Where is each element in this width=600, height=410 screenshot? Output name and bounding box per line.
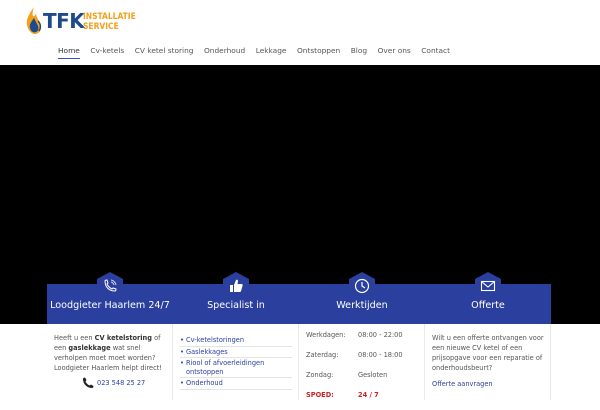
offer-request-link[interactable]: Offerte aanvragen (432, 379, 544, 389)
specialty-item[interactable]: Gaslekkages (180, 347, 292, 358)
offer-text: Wilt u een offerte ontvangen voor een ni… (432, 334, 544, 372)
logo-tagline-line1: INSTALLATIE (83, 11, 136, 21)
card-title: Offerte (471, 300, 505, 311)
card-body: Heeft u een CV ketelstoring of een gasle… (47, 324, 173, 400)
logo-name: TFK (43, 9, 85, 33)
phone-handset-icon (83, 377, 94, 388)
nav-item-lekkage[interactable]: Lekkage (256, 45, 287, 59)
card-text-part: Heeft u een (54, 334, 95, 342)
nav-item-onderhoud[interactable]: Onderhoud (204, 45, 245, 59)
hours-day: Zondag: (306, 371, 334, 379)
specialty-item[interactable]: Riool of afvoerleidingen ontstoppen (180, 358, 292, 378)
hours-row: Werkdagen: 08:00 - 22:00 (306, 330, 418, 350)
phone-link[interactable]: 023 548 25 27 (54, 377, 166, 389)
hours-day: SPOED: (306, 391, 334, 399)
card-text-strong: gaslekkage (68, 344, 111, 352)
info-cards: Loodgieter Haarlem 24/7 Heeft u een CV k… (47, 272, 552, 400)
card-body: Cv-ketelstoringen Gaslekkages Riool of a… (173, 324, 299, 400)
nav-item-ontstoppen[interactable]: Ontstoppen (297, 45, 340, 59)
phone-number: 023 548 25 27 (97, 379, 146, 387)
card-title: Werktijden (336, 300, 388, 311)
card-loodgieter: Loodgieter Haarlem 24/7 Heeft u een CV k… (47, 272, 173, 400)
card-specialist: Specialist in Cv-ketelstoringen Gaslekka… (173, 272, 299, 400)
clock-icon (349, 272, 375, 300)
nav-item-cv-ketel-storing[interactable]: CV ketel storing (135, 45, 194, 59)
hours-row: Zondag: Gesloten (306, 370, 418, 390)
hours-time: 08:00 - 22:00 (358, 331, 403, 339)
hours-time: Gesloten (358, 371, 388, 379)
hours-time: 24 / 7 (358, 391, 379, 399)
specialty-item[interactable]: Cv-ketelstoringen (180, 335, 292, 347)
hours-day: Werkdagen: (306, 331, 346, 339)
card-werktijden: Werktijden Werkdagen: 08:00 - 22:00 Zater… (299, 272, 425, 400)
logo-tagline: INSTALLATIE SERVICE (83, 11, 136, 31)
card-text: Heeft u een CV ketelstoring of een gasle… (54, 333, 166, 373)
card-text-strong: CV ketelstoring (94, 334, 152, 342)
nav-item-over-ons[interactable]: Over ons (378, 45, 411, 59)
thumbs-up-icon (223, 272, 249, 300)
logo-tagline-line2: SERVICE (83, 21, 119, 31)
site-header: TFK INSTALLATIE SERVICE Home Cv-ketels C… (0, 0, 600, 65)
specialty-list: Cv-ketelstoringen Gaslekkages Riool of a… (180, 335, 292, 390)
card-title: Loodgieter Haarlem 24/7 (50, 300, 170, 311)
hours-row-urgent: SPOED: 24 / 7 (306, 390, 418, 410)
nav-item-blog[interactable]: Blog (351, 45, 367, 59)
logo[interactable]: TFK INSTALLATIE SERVICE (26, 6, 136, 38)
hours-time: 08:00 - 18:00 (358, 351, 403, 359)
hours-table: Werkdagen: 08:00 - 22:00 Zaterdag: 08:00 -… (306, 330, 418, 410)
specialty-item[interactable]: Onderhoud (180, 378, 292, 390)
card-body: Werkdagen: 08:00 - 22:00 Zaterdag: 08:00 -… (299, 324, 425, 400)
nav-item-contact[interactable]: Contact (421, 45, 450, 59)
card-title: Specialist in (207, 300, 265, 311)
hours-day: Zaterdag: (306, 351, 339, 359)
phone-icon (97, 272, 123, 300)
main-nav: Home Cv-ketels CV ketel storing Onderhou… (58, 45, 461, 59)
hours-row: Zaterdag: 08:00 - 18:00 (306, 350, 418, 370)
envelope-icon (475, 272, 501, 300)
flame-drop-icon (26, 7, 42, 34)
nav-item-home[interactable]: Home (58, 45, 80, 59)
card-offerte: Offerte Wilt u een offerte ontvangen voo… (425, 272, 551, 400)
card-body: Wilt u een offerte ontvangen voor een ni… (425, 324, 551, 400)
nav-item-cv-ketels[interactable]: Cv-ketels (90, 45, 124, 59)
